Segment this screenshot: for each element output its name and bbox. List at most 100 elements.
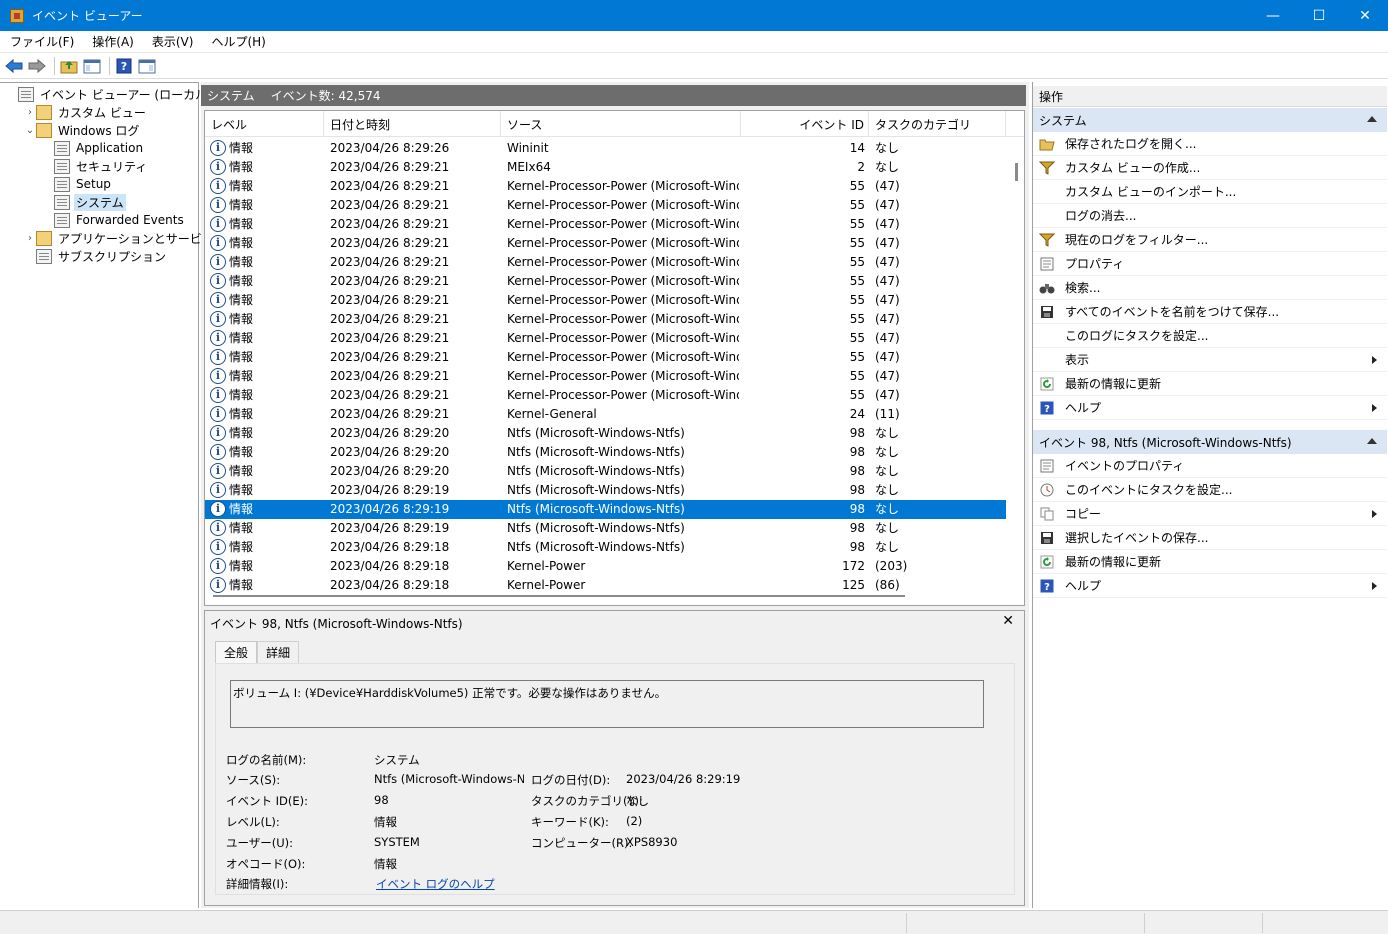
event-row[interactable]: i 情報 2023/04/26 8:29:21 Kernel-Processor-Po… [205,234,1006,253]
cell-source: Kernel-Power [507,578,586,592]
column-task-category[interactable]: タスクのカテゴリ [869,111,1006,137]
event-row[interactable]: i 情報 2023/04/26 8:29:20 Ntfs (Microsoft-Win… [205,443,1006,462]
detail-close-icon[interactable]: ✕ [1002,613,1014,629]
menu-file[interactable]: ファイル(F) [0,33,82,50]
maximize-button[interactable]: ☐ [1296,0,1342,31]
tree-item[interactable]: サブスクリプション [24,247,168,265]
collapse-chevron-icon[interactable]: ⌄ [24,125,36,136]
log-icon [54,194,70,210]
event-row[interactable]: i 情報 2023/04/26 8:29:21 Kernel-Processor-Po… [205,272,1006,291]
vertical-scrollbar[interactable] [1015,163,1018,181]
tab-details[interactable]: 詳細 [257,641,300,663]
event-log-help-link[interactable]: イベント ログのヘルプ [376,876,495,892]
event-row[interactable]: i 情報 2023/04/26 8:29:20 Ntfs (Microsoft-Win… [205,462,1006,481]
event-row[interactable]: i 情報 2023/04/26 8:29:26 Wininit 14 なし [205,139,1006,158]
action-item[interactable]: 最新の情報に更新 [1033,550,1387,574]
event-row[interactable]: i 情報 2023/04/26 8:29:19 Ntfs (Microsoft-Win… [205,481,1006,500]
close-button[interactable]: ✕ [1342,0,1388,31]
action-item[interactable]: ? ヘルプ [1033,574,1387,598]
event-row[interactable]: i 情報 2023/04/26 8:29:18 Kernel-Power 125 (86) [205,576,1006,595]
horizontal-scrollbar[interactable] [213,595,905,597]
action-item[interactable]: カスタム ビューの作成... [1033,156,1387,180]
tree-item[interactable]: Setup [42,175,113,193]
event-row[interactable]: i 情報 2023/04/26 8:29:18 Ntfs (Microsoft-Win… [205,538,1006,557]
event-row[interactable]: i 情報 2023/04/26 8:29:21 Kernel-General 24 (11… [205,405,1006,424]
folder-up-icon[interactable] [59,56,79,76]
event-row[interactable]: i 情報 2023/04/26 8:29:19 Ntfs (Microsoft-Win… [205,500,1006,519]
action-item[interactable]: コピー [1033,502,1387,526]
event-row[interactable]: i 情報 2023/04/26 8:29:19 Ntfs (Microsoft-Win… [205,519,1006,538]
minimize-button[interactable]: — [1250,0,1296,31]
cell-level: 情報 [229,483,254,497]
action-item[interactable]: カスタム ビューのインポート... [1033,180,1387,204]
tree-item[interactable]: イベント ビューアー (ローカル) [6,85,214,103]
column-level[interactable]: レベル [205,111,324,137]
column-event-id[interactable]: イベント ID [741,111,869,137]
action-pane-icon[interactable] [137,56,157,76]
event-row[interactable]: i 情報 2023/04/26 8:29:21 Kernel-Processor-Po… [205,367,1006,386]
tree-item[interactable]: システム [42,193,126,211]
cell-datetime: 2023/04/26 8:29:21 [330,388,450,402]
help-icon[interactable]: ? [114,56,134,76]
action-item[interactable]: イベントのプロパティ [1033,454,1387,478]
collapse-caret-icon[interactable] [1367,438,1377,444]
event-row[interactable]: i 情報 2023/04/26 8:29:21 Kernel-Processor-Po… [205,310,1006,329]
tree-item[interactable]: ⌄ Windows ログ [24,121,141,139]
submenu-arrow-icon[interactable] [1372,404,1377,412]
column-datetime[interactable]: 日付と時刻 [324,111,501,137]
menu-action[interactable]: 操作(A) [82,33,142,50]
action-item[interactable]: 保存されたログを開く... [1033,132,1387,156]
event-row[interactable]: i 情報 2023/04/26 8:29:21 Kernel-Processor-Po… [205,253,1006,272]
submenu-arrow-icon[interactable] [1372,582,1377,590]
expand-chevron-icon[interactable]: › [24,107,36,118]
action-item[interactable]: 現在のログをフィルター... [1033,228,1387,252]
binoculars-icon [1039,280,1055,296]
event-row[interactable]: i 情報 2023/04/26 8:29:21 MEIx64 2 なし [205,158,1006,177]
cell-task-category: なし [875,483,900,497]
action-item[interactable]: 選択したイベントの保存... [1033,526,1387,550]
cell-source: Kernel-Processor-Power (Microsoft-Wind..… [507,388,739,402]
level-value: 情報 [374,815,397,829]
action-item[interactable]: 最新の情報に更新 [1033,372,1387,396]
event-message[interactable]: ボリューム I: (¥Device¥HarddiskVolume5) 正常です。… [230,680,984,728]
event-row[interactable]: i 情報 2023/04/26 8:29:21 Kernel-Processor-Po… [205,196,1006,215]
actions-group-system[interactable]: システム [1033,108,1387,132]
action-item[interactable]: 表示 [1033,348,1387,372]
submenu-arrow-icon[interactable] [1372,356,1377,364]
actions-group-event[interactable]: イベント 98, Ntfs (Microsoft-Windows-Ntfs) [1033,430,1387,454]
event-row[interactable]: i 情報 2023/04/26 8:29:21 Kernel-Processor-Po… [205,177,1006,196]
collapse-caret-icon[interactable] [1367,116,1377,122]
expand-chevron-icon[interactable]: › [24,233,36,244]
menu-view[interactable]: 表示(V) [142,33,202,50]
tree-item[interactable]: セキュリティ [42,157,149,175]
event-row[interactable]: i 情報 2023/04/26 8:29:20 Ntfs (Microsoft-Win… [205,424,1006,443]
column-source[interactable]: ソース [501,111,741,137]
console-tree-icon[interactable] [82,56,102,76]
action-item[interactable]: このイベントにタスクを設定... [1033,478,1387,502]
event-row[interactable]: i 情報 2023/04/26 8:29:21 Kernel-Processor-Po… [205,348,1006,367]
cell-event-id: 55 [849,293,865,307]
event-row[interactable]: i 情報 2023/04/26 8:29:21 Kernel-Processor-Po… [205,291,1006,310]
action-item[interactable]: ログの消去... [1033,204,1387,228]
tree-item[interactable]: Application [42,139,145,157]
event-row[interactable]: i 情報 2023/04/26 8:29:21 Kernel-Processor-Po… [205,386,1006,405]
filter-icon [1039,160,1055,176]
event-row[interactable]: i 情報 2023/04/26 8:29:21 Kernel-Processor-Po… [205,215,1006,234]
tree-item[interactable]: Forwarded Events [42,211,186,229]
submenu-arrow-icon[interactable] [1372,510,1377,518]
cell-datetime: 2023/04/26 8:29:19 [330,521,450,535]
tree-item[interactable]: › カスタム ビュー [24,103,148,121]
action-item[interactable]: このログにタスクを設定... [1033,324,1387,348]
back-arrow-icon[interactable] [4,56,24,76]
cell-level: 情報 [229,217,254,231]
action-item[interactable]: 検索... [1033,276,1387,300]
event-row[interactable]: i 情報 2023/04/26 8:29:18 Kernel-Power 172 (203… [205,557,1006,576]
forward-arrow-icon[interactable] [27,56,47,76]
action-item[interactable]: ? ヘルプ [1033,396,1387,420]
action-item[interactable]: すべてのイベントを名前をつけて保存... [1033,300,1387,324]
tab-general[interactable]: 全般 [215,641,258,663]
action-item[interactable]: プロパティ [1033,252,1387,276]
cell-level: 情報 [229,559,254,573]
event-row[interactable]: i 情報 2023/04/26 8:29:21 Kernel-Processor-Po… [205,329,1006,348]
menu-help[interactable]: ヘルプ(H) [201,33,273,50]
